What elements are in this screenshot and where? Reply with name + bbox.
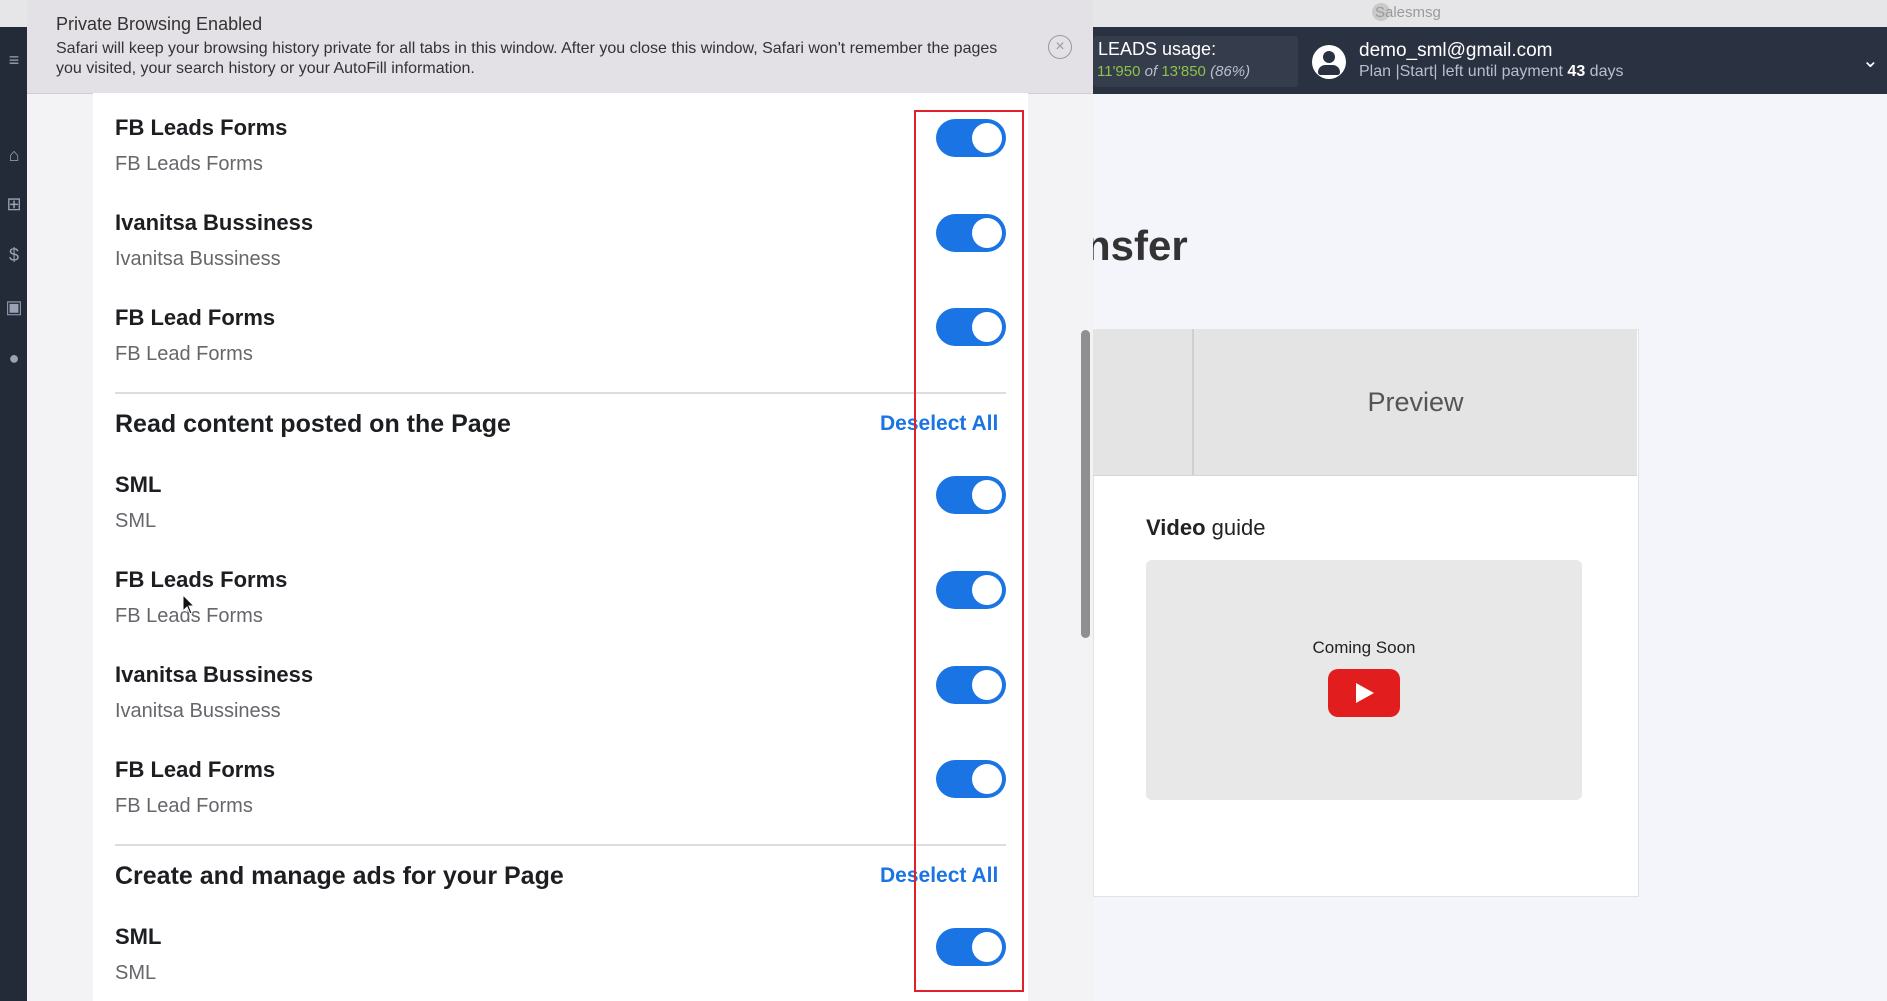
toggle-knob xyxy=(972,123,1002,153)
avatar[interactable] xyxy=(1312,45,1346,79)
user-email[interactable]: demo_sml@gmail.com xyxy=(1359,40,1553,62)
permission-toggle[interactable] xyxy=(936,666,1006,704)
usage-percent: (86%) xyxy=(1210,63,1251,80)
video-title-bold: Video xyxy=(1146,515,1206,540)
permission-item-title: Ivanitsa Bussiness xyxy=(115,210,314,235)
permission-item-subtitle: SML xyxy=(115,510,157,532)
close-icon[interactable]: × xyxy=(1048,35,1072,59)
permission-item-title: SML xyxy=(115,472,162,497)
permission-item-subtitle: SML xyxy=(115,962,157,984)
sitemap-icon[interactable]: ⊞ xyxy=(3,193,25,215)
private-browsing-banner: Private Browsing Enabled Safari will kee… xyxy=(27,0,1093,94)
toggle-knob xyxy=(972,670,1002,700)
permission-item-subtitle: FB Leads Forms xyxy=(115,153,263,175)
permission-item-subtitle: FB Lead Forms xyxy=(115,795,253,817)
scrollbar[interactable] xyxy=(1081,330,1090,638)
toggle-knob xyxy=(972,764,1002,794)
usage-used: 11'950 xyxy=(1097,63,1141,80)
usage-total: 13'850 xyxy=(1161,63,1206,80)
mouse-cursor-icon xyxy=(182,593,196,621)
permission-item-title: FB Leads Forms xyxy=(115,115,288,140)
usage-label: LEADS usage: xyxy=(1098,39,1217,59)
tab-preview[interactable]: Preview xyxy=(1194,329,1637,475)
days-left: 43 xyxy=(1567,63,1586,80)
permission-toggle[interactable] xyxy=(936,308,1006,346)
permission-toggle[interactable] xyxy=(936,928,1006,966)
banner-title: Private Browsing Enabled xyxy=(56,14,263,34)
usage-value: 11'950 of 13'850 (86%) xyxy=(1097,63,1250,80)
permission-item-subtitle: Ivanitsa Bussiness xyxy=(115,248,281,270)
page-title: nsfer xyxy=(1085,222,1188,269)
permission-toggle[interactable] xyxy=(936,571,1006,609)
permission-toggle[interactable] xyxy=(936,476,1006,514)
toggle-knob xyxy=(972,480,1002,510)
deselect-all-ads-button[interactable]: Deselect All xyxy=(880,864,998,888)
usage-of: of xyxy=(1144,63,1158,80)
window-title: Salesmsg xyxy=(1375,4,1441,21)
chevron-down-icon[interactable]: ⌄ xyxy=(1862,48,1879,73)
permission-item-subtitle: Ivanitsa Bussiness xyxy=(115,700,281,722)
days-unit: days xyxy=(1589,63,1624,80)
permission-item-title: SML xyxy=(115,924,162,949)
video-guide-title: Video guide xyxy=(1146,515,1265,541)
plan-text: Plan |Start| left until payment xyxy=(1359,63,1563,80)
permission-toggle[interactable] xyxy=(936,760,1006,798)
toggle-knob xyxy=(972,932,1002,962)
video-placeholder-text: Coming Soon xyxy=(1312,638,1416,657)
youtube-play-icon[interactable] xyxy=(1328,669,1400,717)
permission-toggle[interactable] xyxy=(936,119,1006,157)
permission-item-subtitle: FB Lead Forms xyxy=(115,343,253,365)
video-title-rest: guide xyxy=(1211,515,1266,540)
permission-item-title: FB Leads Forms xyxy=(115,567,288,592)
briefcase-icon[interactable]: ▣ xyxy=(3,296,25,318)
permission-toggle[interactable] xyxy=(936,214,1006,252)
toggle-knob xyxy=(972,575,1002,605)
section-title-read: Read content posted on the Page xyxy=(115,410,511,438)
permission-item-title: FB Lead Forms xyxy=(115,757,276,782)
toggle-knob xyxy=(972,218,1002,248)
home-icon[interactable]: ⌂ xyxy=(3,144,25,166)
permission-item-title: FB Lead Forms xyxy=(115,305,276,330)
left-sidebar: ≡ ⌂ ⊞ $ ▣ ● xyxy=(0,27,28,1001)
plan-status: Plan |Start| left until payment 43 days xyxy=(1359,63,1623,81)
section-divider xyxy=(115,844,1006,846)
section-divider xyxy=(115,392,1006,394)
banner-text: Safari will keep your browsing history p… xyxy=(56,40,998,77)
menu-icon[interactable]: ≡ xyxy=(3,49,25,71)
toggle-knob xyxy=(972,312,1002,342)
user-circle-icon[interactable]: ● xyxy=(3,347,25,369)
permission-item-title: Ivanitsa Bussiness xyxy=(115,662,314,687)
section-title-ads: Create and manage ads for your Page xyxy=(115,862,564,890)
deselect-all-read-button[interactable]: Deselect All xyxy=(880,412,998,436)
dollar-icon[interactable]: $ xyxy=(3,244,25,266)
